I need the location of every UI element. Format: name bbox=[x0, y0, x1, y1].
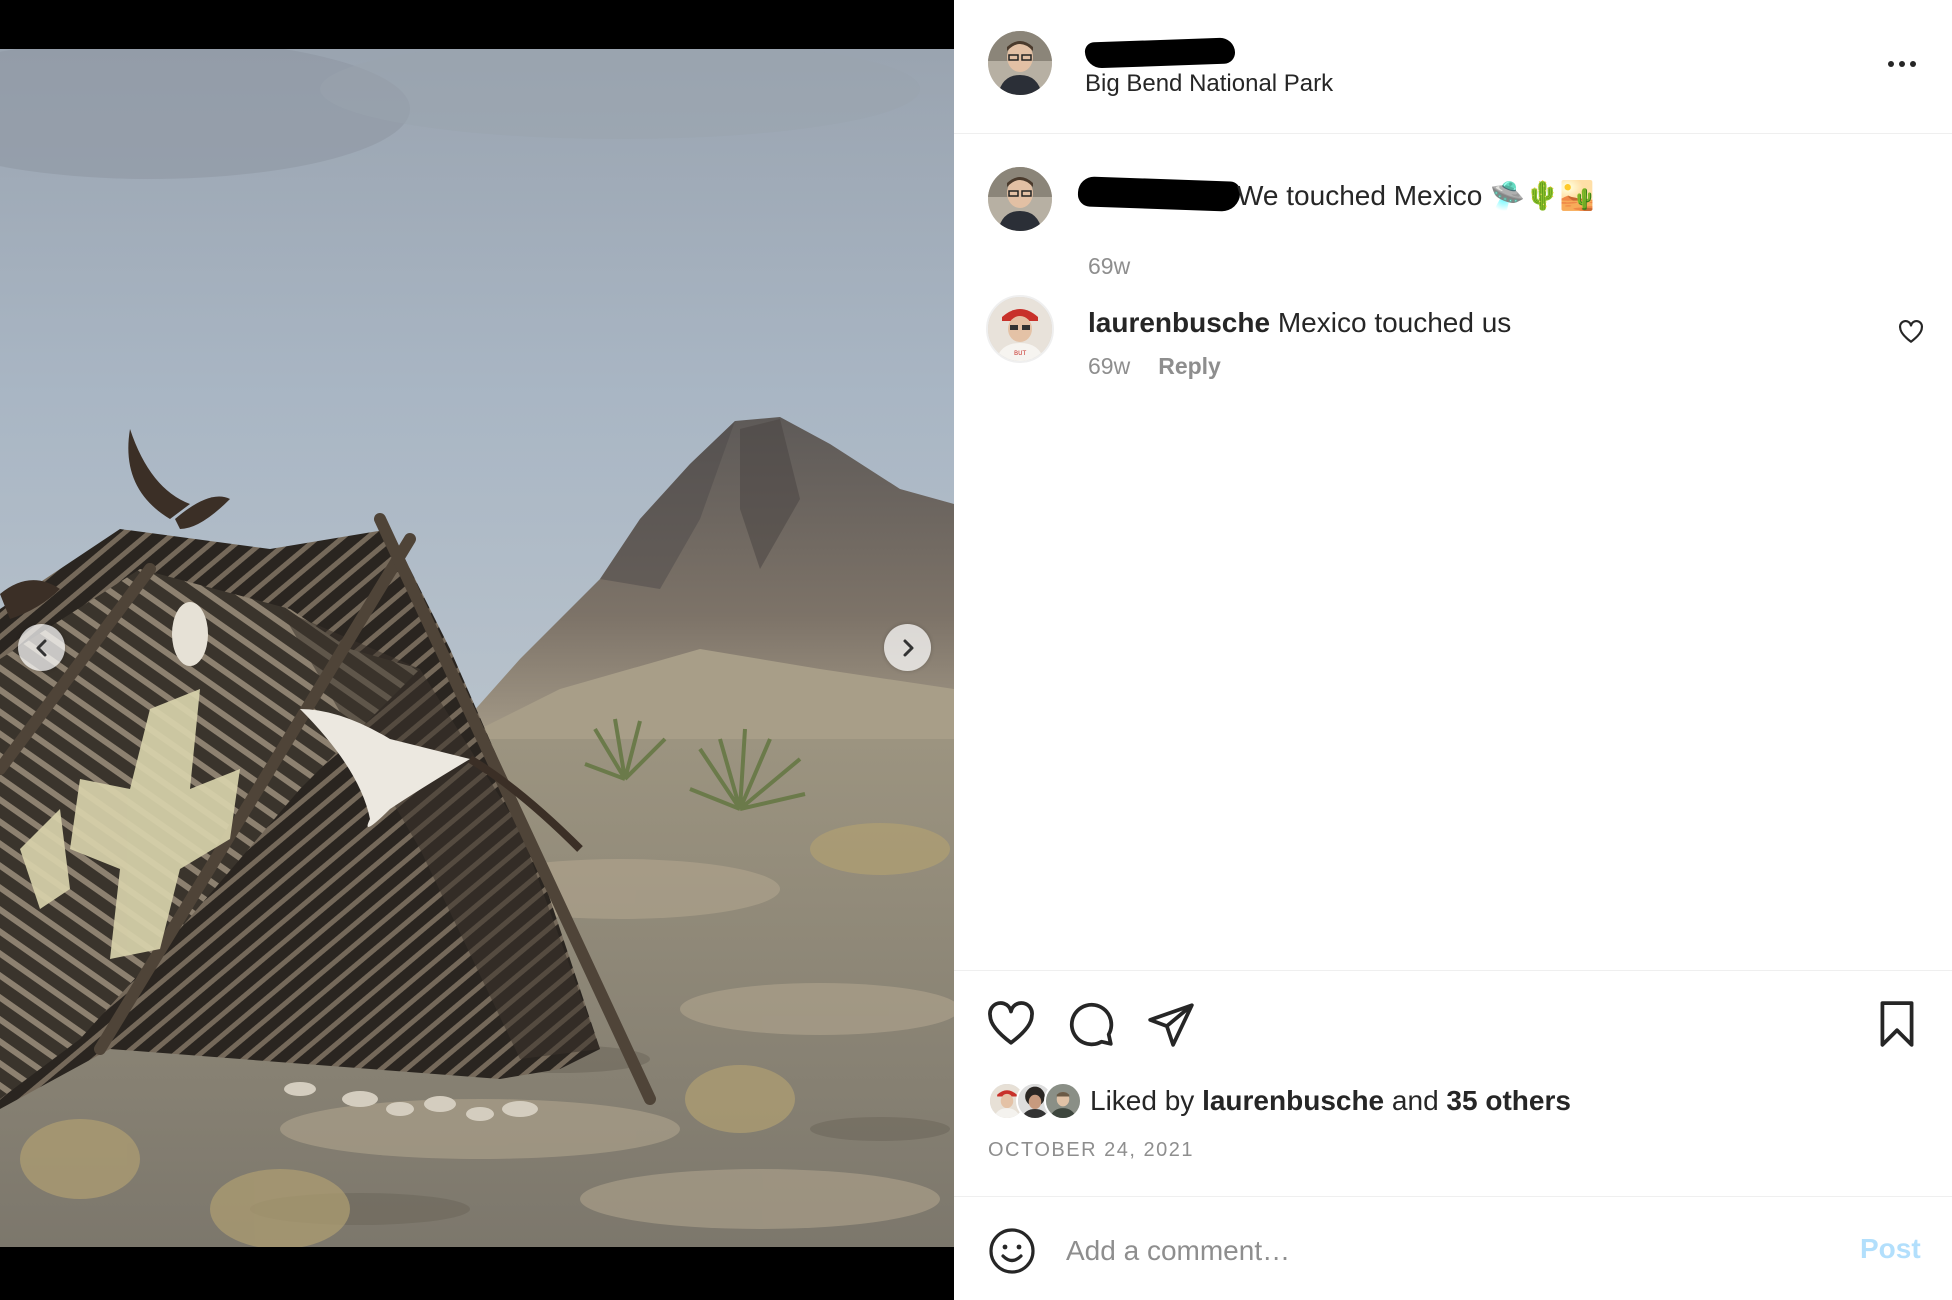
post-photo bbox=[0, 49, 954, 1247]
post-info-panel: Big Bend National Park We touched Mexico… bbox=[954, 0, 1952, 1300]
likes-summary: Liked by laurenbusche and 35 others bbox=[988, 1079, 1571, 1123]
comment-like-heart-icon[interactable] bbox=[1898, 319, 1924, 345]
post-media bbox=[0, 0, 954, 1300]
likes-prefix: Liked by bbox=[1090, 1085, 1195, 1116]
comment-meta: 69w Reply bbox=[1088, 353, 1221, 380]
chevron-left-icon bbox=[36, 639, 46, 656]
liker-avatar bbox=[1044, 1082, 1082, 1120]
more-options-button[interactable] bbox=[1878, 46, 1926, 82]
comment-input[interactable] bbox=[1066, 1225, 1766, 1277]
post-location[interactable]: Big Bend National Park bbox=[1085, 70, 1333, 98]
landscape-photo bbox=[0, 49, 954, 1247]
next-photo-button[interactable] bbox=[884, 624, 931, 671]
reply-button[interactable]: Reply bbox=[1158, 353, 1221, 380]
likes-text: Liked by laurenbusche and 35 others bbox=[1090, 1085, 1571, 1117]
caption-meta: 69w bbox=[1088, 253, 1130, 280]
post-button[interactable]: Post bbox=[1860, 1233, 1921, 1265]
caption-text: We touched Mexico 🛸🌵🏜️ bbox=[1237, 180, 1595, 211]
comment-timestamp[interactable]: 69w bbox=[1088, 353, 1130, 380]
caption-timestamp[interactable]: 69w bbox=[1088, 253, 1130, 280]
heart-icon[interactable] bbox=[986, 999, 1036, 1049]
commenter-avatar[interactable]: BUT bbox=[986, 295, 1054, 363]
post-date[interactable]: OCTOBER 24, 2021 bbox=[988, 1139, 1194, 1162]
comment-icon[interactable] bbox=[1066, 999, 1116, 1049]
comment-body: Mexico touched us bbox=[1277, 307, 1512, 338]
likes-others-count[interactable]: 35 others bbox=[1446, 1085, 1571, 1116]
post-header: Big Bend National Park bbox=[954, 0, 1952, 134]
svg-text:BUT: BUT bbox=[1014, 350, 1027, 357]
redacted-username bbox=[1084, 37, 1236, 69]
smiley-icon[interactable] bbox=[988, 1227, 1036, 1275]
previous-photo-button[interactable] bbox=[18, 624, 65, 671]
comment-text-row: laurenbusche Mexico touched us bbox=[1088, 307, 1511, 339]
redacted-username bbox=[1077, 176, 1241, 212]
more-horizontal-icon bbox=[1888, 61, 1894, 67]
liked-by-username[interactable]: laurenbusche bbox=[1202, 1085, 1384, 1116]
comments-list: We touched Mexico 🛸🌵🏜️ 69w BUT laurenbus… bbox=[954, 135, 1952, 970]
bookmark-icon[interactable] bbox=[1872, 999, 1922, 1049]
author-avatar[interactable] bbox=[988, 167, 1052, 231]
caption-comment: We touched Mexico 🛸🌵🏜️ 69w bbox=[954, 167, 1952, 279]
likes-joiner: and bbox=[1391, 1085, 1439, 1116]
comment-item: BUT laurenbusche Mexico touched us 69w R… bbox=[954, 295, 1952, 405]
chevron-right-icon bbox=[903, 639, 913, 656]
post-actions: Liked by laurenbusche and 35 others OCTO… bbox=[954, 970, 1952, 1196]
add-comment-bar: Post bbox=[954, 1196, 1952, 1300]
commenter-username[interactable]: laurenbusche bbox=[1088, 307, 1270, 338]
share-icon[interactable] bbox=[1146, 999, 1196, 1049]
author-avatar[interactable] bbox=[988, 31, 1052, 95]
